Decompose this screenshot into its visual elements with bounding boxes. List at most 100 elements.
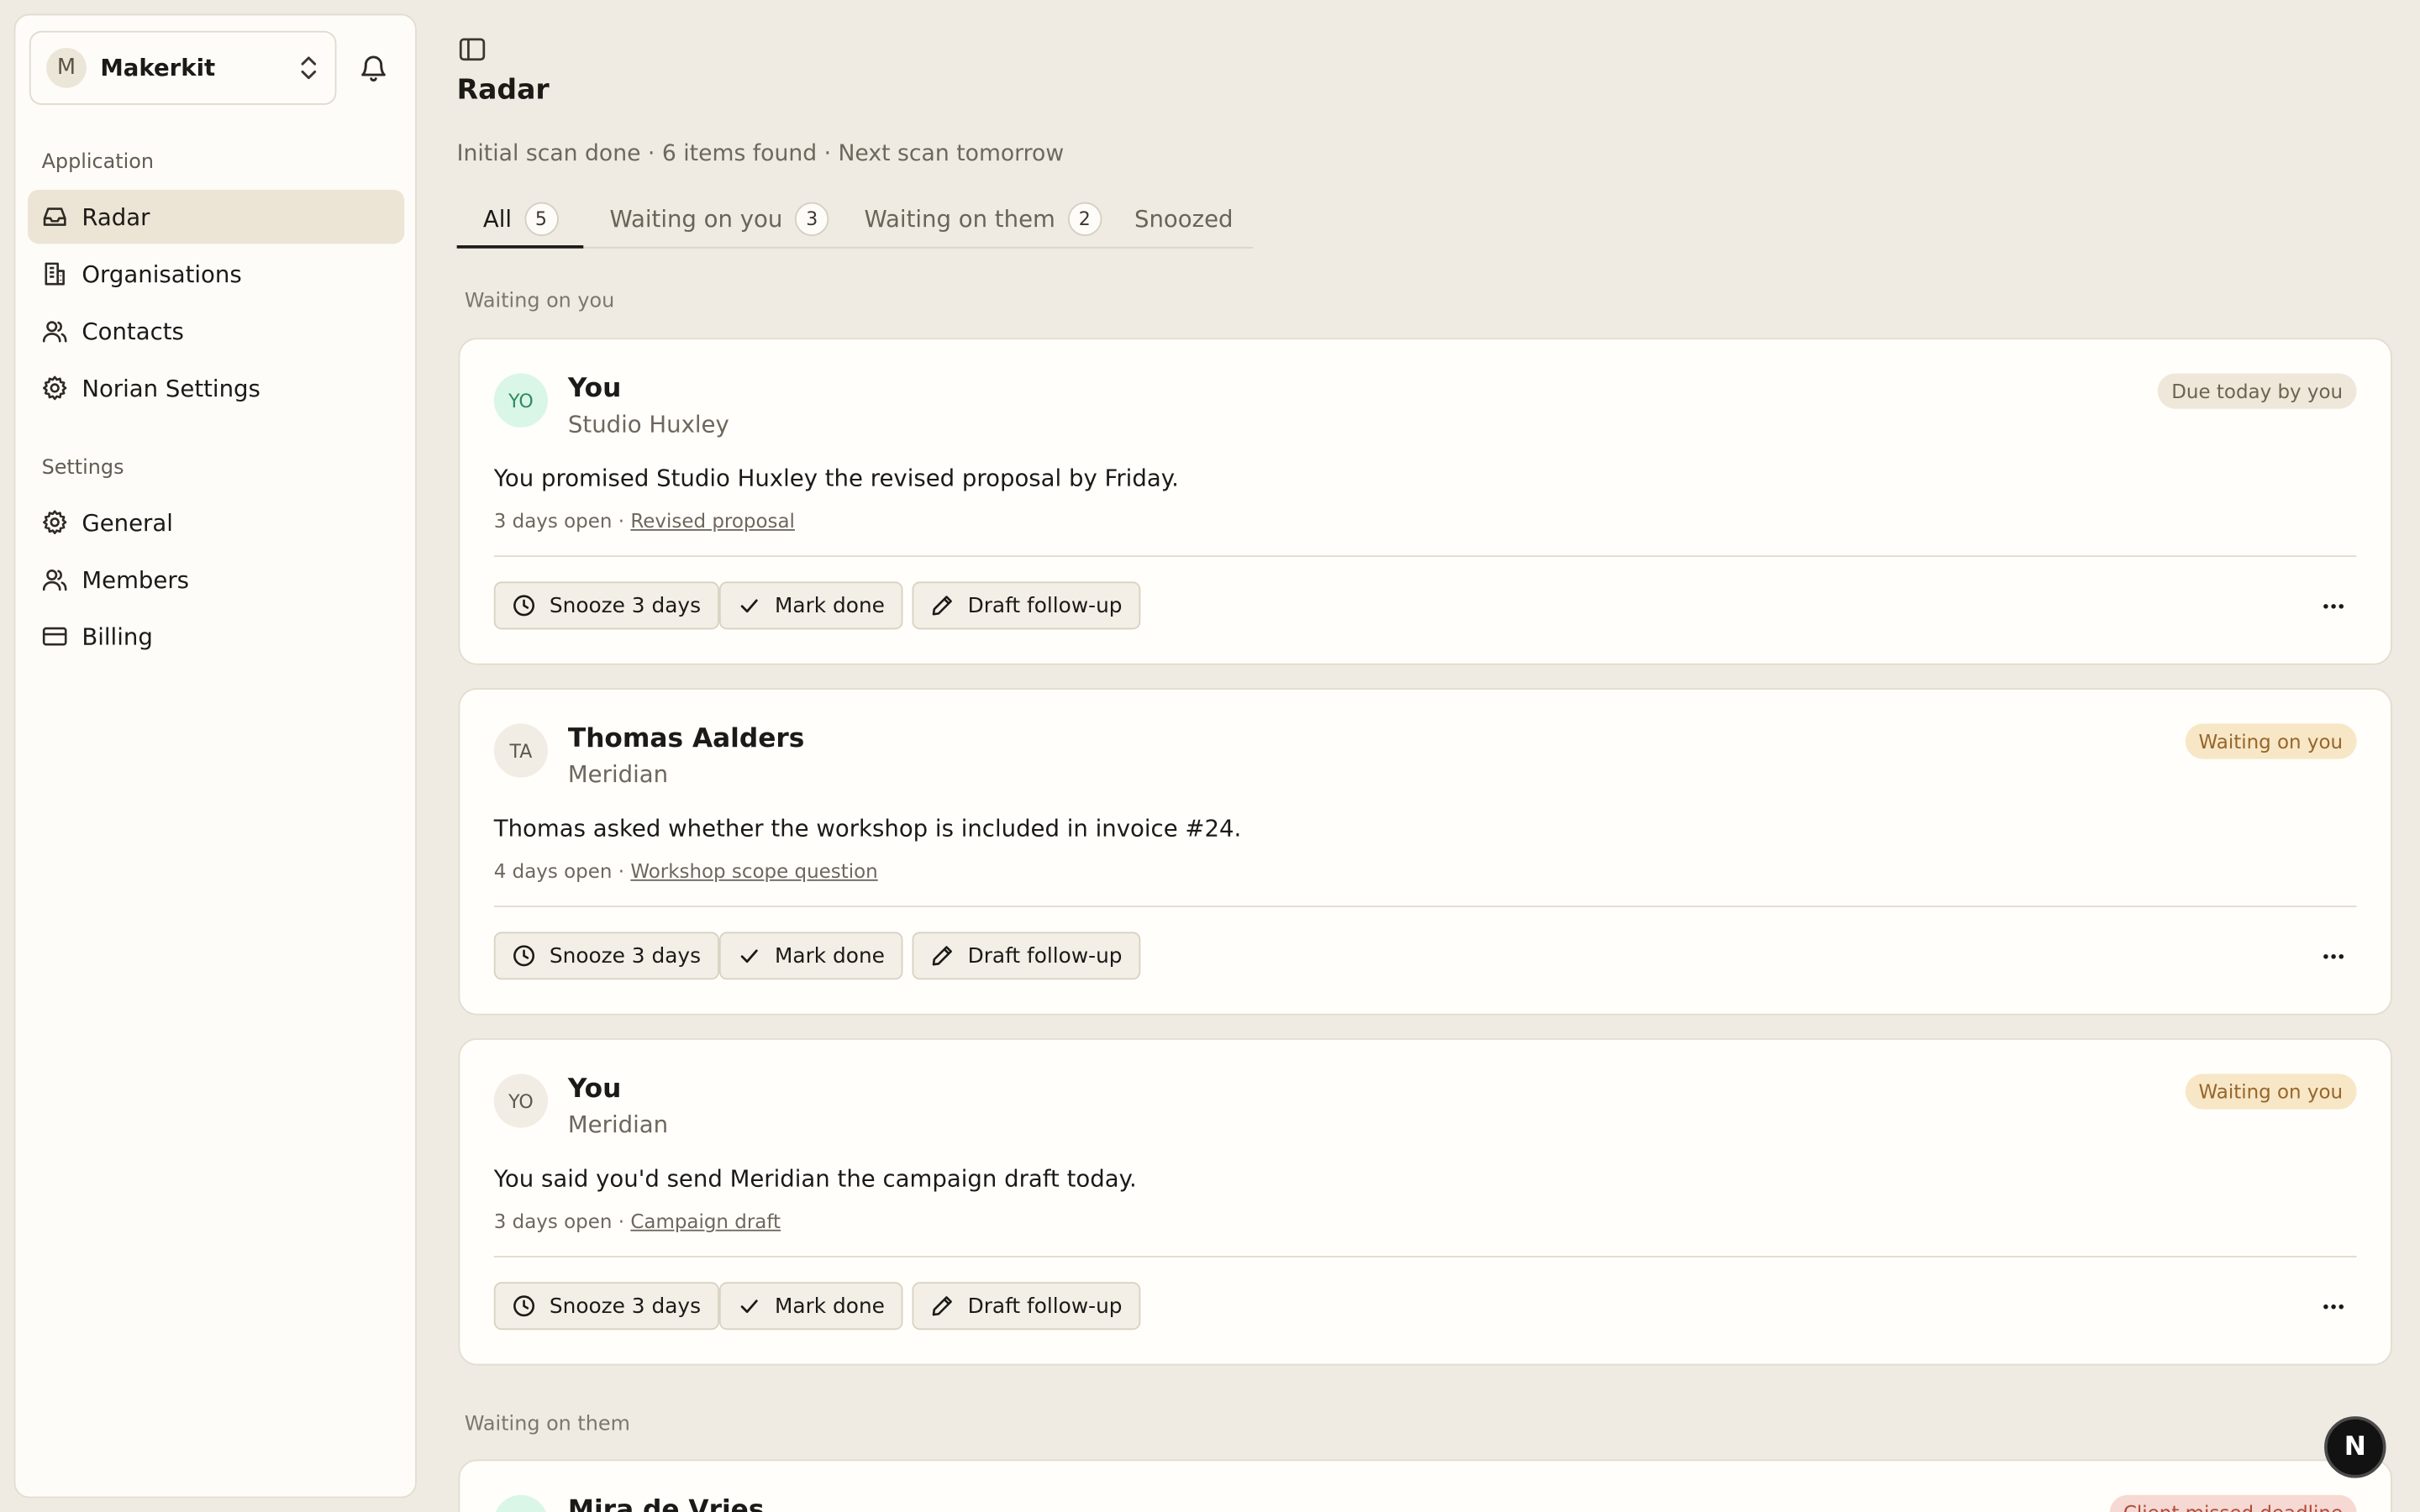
button-label: Mark done bbox=[775, 1294, 885, 1319]
snooze-button[interactable]: Snooze 3 days bbox=[493, 581, 720, 630]
chevrons-up-down-icon bbox=[301, 56, 317, 80]
sidebar-item-label: Radar bbox=[82, 202, 150, 231]
team-name: Makerkit bbox=[100, 54, 216, 82]
sidebar-item-label: Billing bbox=[82, 622, 153, 651]
count-badge: 2 bbox=[1067, 201, 1102, 236]
active-tab-indicator bbox=[456, 245, 584, 249]
bell-icon[interactable] bbox=[358, 52, 389, 83]
item-summary: You promised Studio Huxley the revised p… bbox=[493, 464, 1179, 492]
more-options-icon[interactable] bbox=[2323, 1296, 2344, 1318]
count-badge: 3 bbox=[795, 201, 829, 236]
check-icon bbox=[740, 949, 758, 963]
divider bbox=[493, 1256, 2357, 1257]
button-label: Mark done bbox=[775, 943, 885, 969]
tab-snoozed[interactable]: Snoozed bbox=[1134, 188, 1234, 249]
sidebar-item-organisations[interactable]: Organisations bbox=[28, 247, 404, 301]
check-icon bbox=[740, 1299, 758, 1314]
sidebar-item-members[interactable]: Members bbox=[28, 553, 404, 606]
avatar: TA bbox=[493, 723, 549, 778]
item-summary: You said you'd send Meridian the campaig… bbox=[493, 1164, 1137, 1193]
item-summary: Thomas asked whether the workshop is inc… bbox=[493, 814, 1242, 843]
group-label-waiting-on-them: Waiting on them bbox=[464, 1413, 630, 1436]
tab-label: Waiting on them bbox=[864, 204, 1055, 233]
sidebar-item-general[interactable]: General bbox=[28, 496, 404, 549]
more-options-icon[interactable] bbox=[2323, 596, 2344, 617]
item-meta: 3 days open · Campaign draft bbox=[493, 1209, 781, 1233]
status-badge: Waiting on you bbox=[2184, 1074, 2357, 1110]
sidebar: M Makerkit Application Radar Organisatio… bbox=[13, 13, 417, 1499]
sidebar-item-billing[interactable]: Billing bbox=[28, 609, 404, 663]
team-avatar: M bbox=[46, 47, 87, 88]
draft-follow-up-button[interactable]: Draft follow-up bbox=[912, 932, 1141, 980]
thread-link[interactable]: Revised proposal bbox=[630, 509, 795, 533]
button-label: Draft follow-up bbox=[967, 1294, 1123, 1319]
pencil-icon bbox=[932, 1296, 952, 1316]
radar-card: TA Thomas Aalders Meridian Waiting on yo… bbox=[458, 688, 2392, 1016]
mark-done-button[interactable]: Mark done bbox=[718, 581, 903, 630]
more-options-icon[interactable] bbox=[2323, 946, 2344, 968]
section-title-settings: Settings bbox=[41, 456, 124, 480]
sidebar-item-radar[interactable]: Radar bbox=[28, 189, 405, 244]
organisation-name: Meridian bbox=[567, 1110, 669, 1139]
button-label: Snooze 3 days bbox=[549, 593, 702, 618]
item-meta: 3 days open · Revised proposal bbox=[493, 509, 795, 533]
sidebar-item-label: Contacts bbox=[82, 317, 184, 345]
mark-done-button[interactable]: Mark done bbox=[718, 1282, 903, 1331]
sidebar-item-label: Members bbox=[82, 565, 190, 594]
section-title-application: Application bbox=[41, 150, 155, 175]
building-icon bbox=[45, 262, 65, 286]
users-icon bbox=[42, 321, 67, 343]
sidebar-item-contacts[interactable]: Contacts bbox=[28, 304, 404, 358]
thread-link[interactable]: Campaign draft bbox=[630, 1210, 781, 1233]
scan-status: Initial scan done · 6 items found · Next… bbox=[456, 141, 1065, 167]
contact-name: You bbox=[567, 373, 622, 405]
snooze-button[interactable]: Snooze 3 days bbox=[493, 1282, 720, 1331]
sidebar-item-norian-settings[interactable]: Norian Settings bbox=[28, 361, 404, 415]
tab-all[interactable]: All 5 bbox=[483, 188, 559, 249]
button-label: Mark done bbox=[775, 593, 885, 618]
sidebar-toggle-icon[interactable] bbox=[458, 35, 486, 63]
radar-card: YO You Meridian Waiting on you You said … bbox=[458, 1038, 2392, 1366]
button-label: Snooze 3 days bbox=[549, 943, 702, 969]
status-badge: Waiting on you bbox=[2184, 723, 2357, 759]
open-duration: 3 days open bbox=[493, 1209, 613, 1233]
draft-follow-up-button[interactable]: Draft follow-up bbox=[912, 1282, 1141, 1331]
contact-name: Mira de Vries bbox=[567, 1494, 765, 1512]
team-switcher[interactable]: M Makerkit bbox=[29, 30, 337, 105]
organisation-name: Meridian bbox=[567, 760, 669, 789]
clock-icon bbox=[513, 1295, 535, 1317]
avatar: YO bbox=[493, 1074, 549, 1128]
tab-waiting-on-you[interactable]: Waiting on you 3 bbox=[609, 188, 829, 249]
count-badge: 5 bbox=[523, 201, 559, 236]
contact-name: You bbox=[567, 1074, 622, 1105]
avatar bbox=[493, 1494, 549, 1512]
tab-label: Snoozed bbox=[1134, 204, 1234, 233]
snooze-button[interactable]: Snooze 3 days bbox=[493, 932, 720, 980]
organisation-name: Studio Huxley bbox=[567, 410, 729, 438]
page-title: Radar bbox=[456, 74, 550, 107]
tab-waiting-on-them[interactable]: Waiting on them 2 bbox=[865, 188, 1102, 249]
users-icon bbox=[42, 569, 67, 591]
filter-tabs: All 5 Waiting on you 3 Waiting on them 2… bbox=[456, 188, 1254, 249]
thread-link[interactable]: Workshop scope question bbox=[630, 859, 877, 883]
inbox-icon bbox=[43, 207, 66, 226]
open-duration: 3 days open bbox=[493, 509, 613, 533]
draft-follow-up-button[interactable]: Draft follow-up bbox=[912, 581, 1141, 630]
sidebar-item-label: General bbox=[82, 508, 173, 537]
contact-name: Thomas Aalders bbox=[567, 723, 805, 755]
avatar: YO bbox=[493, 373, 549, 428]
status-badge: Due today by you bbox=[2157, 373, 2357, 409]
credit-card-icon bbox=[42, 627, 67, 646]
sidebar-item-label: Norian Settings bbox=[82, 374, 260, 402]
divider bbox=[493, 906, 2357, 907]
check-icon bbox=[740, 599, 758, 613]
dev-tools-button[interactable]: N bbox=[2324, 1416, 2386, 1478]
gear-icon bbox=[43, 510, 67, 535]
open-duration: 4 days open bbox=[493, 859, 613, 883]
button-label: Draft follow-up bbox=[967, 943, 1123, 969]
mark-done-button[interactable]: Mark done bbox=[718, 932, 903, 980]
pencil-icon bbox=[932, 596, 952, 616]
status-badge: Client missed deadline bbox=[2109, 1494, 2357, 1512]
gear-icon bbox=[43, 375, 67, 401]
radar-card: YO You Studio Huxley Due today by you Yo… bbox=[458, 338, 2392, 665]
